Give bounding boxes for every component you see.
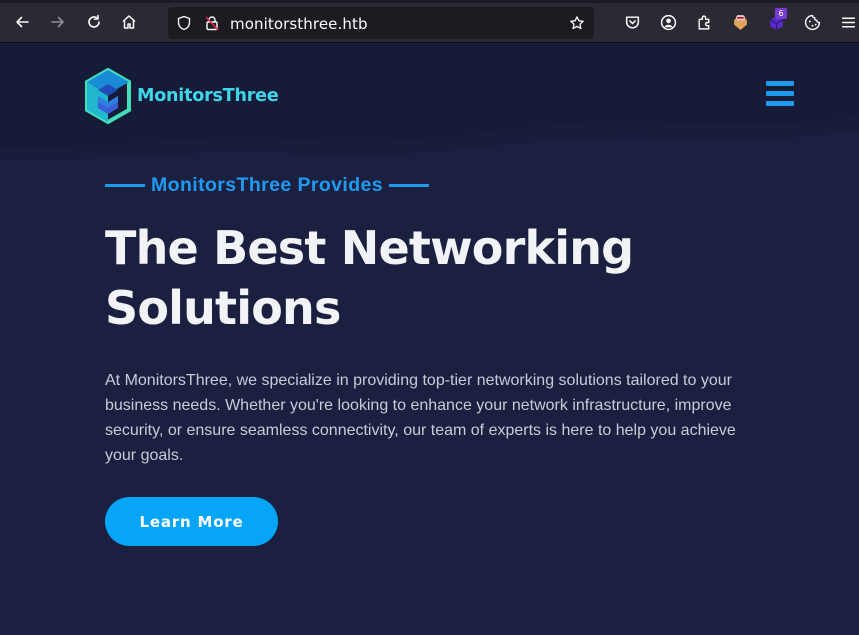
pocket-icon — [625, 15, 639, 29]
site-logo[interactable]: MonitorsThree — [84, 68, 279, 124]
reload-icon — [88, 14, 100, 28]
star-icon[interactable] — [569, 15, 585, 31]
extension-cookie-button[interactable] — [801, 11, 823, 33]
tab-strip-edge — [0, 0, 859, 3]
home-icon — [122, 15, 136, 29]
insecure-lock-icon[interactable] — [204, 15, 220, 31]
forward-button[interactable] — [46, 10, 70, 34]
fox-extension-icon — [733, 14, 747, 30]
puzzle-icon — [697, 15, 709, 30]
tracking-shield-icon[interactable] — [176, 15, 192, 31]
eyebrow-line-left — [105, 184, 145, 187]
hero-intro: At MonitorsThree, we specialize in provi… — [105, 372, 736, 464]
hamburger-icon — [841, 17, 855, 27]
eyebrow-line-right — [389, 184, 430, 187]
menu-bar — [766, 91, 794, 96]
brand-name: MonitorsThree — [137, 86, 279, 106]
forward-arrow-icon — [51, 16, 64, 28]
extension-badge: 6 — [775, 8, 787, 19]
home-button[interactable] — [117, 10, 141, 34]
cookie-icon — [804, 14, 820, 30]
menu-bar — [766, 101, 794, 106]
learn-more-button[interactable]: Learn More — [105, 497, 278, 546]
site-menu-button[interactable] — [766, 81, 794, 107]
hero-eyebrow: MonitorsThree Provides — [105, 174, 430, 197]
back-arrow-icon — [16, 16, 29, 28]
hero-headline: The Best Networking Solutions — [105, 221, 634, 335]
reload-button[interactable] — [82, 10, 106, 34]
pocket-button[interactable] — [621, 11, 643, 33]
hexagon-cube-logo-icon — [85, 68, 131, 124]
url-text[interactable]: monitorsthree.htb — [230, 15, 368, 33]
account-icon — [660, 14, 676, 30]
extension-foxyproxy-button[interactable] — [729, 11, 751, 33]
address-bar[interactable]: monitorsthree.htb — [168, 7, 594, 39]
extension-hackbar-button[interactable]: 6 — [765, 8, 787, 33]
menu-bar — [766, 81, 794, 86]
browser-toolbar: monitorsthree.htb 6 — [0, 0, 859, 43]
extensions-button[interactable] — [693, 11, 715, 33]
back-button[interactable] — [10, 10, 34, 34]
eyebrow-text: MonitorsThree Provides — [151, 174, 384, 196]
account-button[interactable] — [657, 11, 679, 33]
app-menu-button[interactable] — [837, 11, 859, 33]
page-content: MonitorsThree MonitorsThree Provides The… — [0, 44, 859, 635]
